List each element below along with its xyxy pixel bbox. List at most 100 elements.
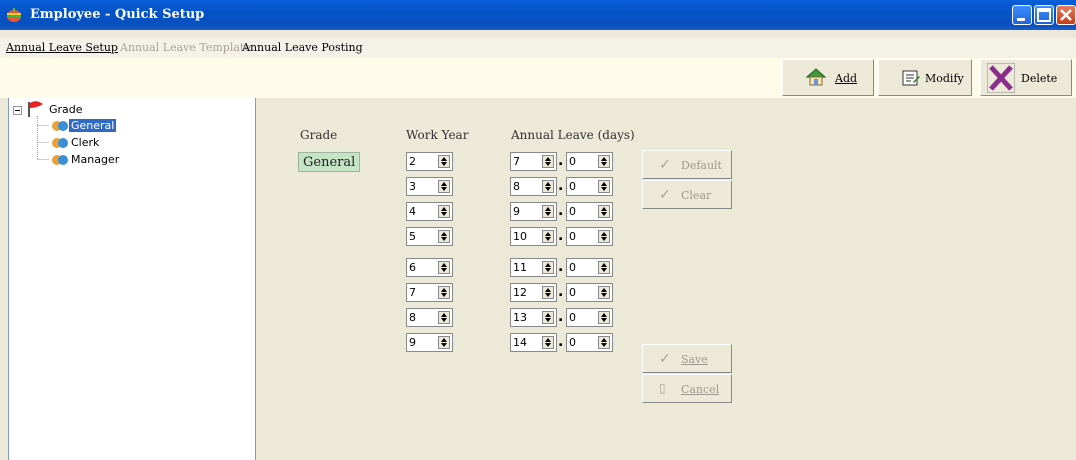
menu-annual-leave-template[interactable]: Annual Leave Template — [120, 41, 251, 54]
spin-arrows-icon[interactable] — [598, 261, 610, 274]
tree-item-general[interactable]: General — [69, 119, 117, 132]
work-year-spinner-value: 4 — [409, 205, 416, 218]
title-bar: Employee - Quick Setup — [0, 0, 1076, 30]
leave-days-spinner[interactable]: 10 — [510, 227, 557, 246]
spin-arrows-icon[interactable] — [542, 180, 554, 193]
tree-item-clerk[interactable]: Clerk — [71, 136, 99, 149]
delete-button[interactable]: Delete — [980, 59, 1072, 96]
work-year-spinner-value: 9 — [409, 336, 416, 349]
add-label: Add — [835, 72, 858, 85]
decimal-separator: . — [558, 284, 564, 300]
leave-fraction-spinner[interactable]: 0 — [566, 177, 613, 196]
leave-days-spinner-value: 7 — [513, 155, 520, 168]
leave-days-spinner[interactable]: 14 — [510, 333, 557, 352]
spin-arrows-icon[interactable] — [598, 230, 610, 243]
spin-arrows-icon[interactable] — [438, 311, 450, 324]
decimal-separator: . — [558, 153, 564, 169]
leave-fraction-spinner[interactable]: 0 — [566, 308, 613, 327]
leave-fraction-spinner-value: 0 — [569, 205, 576, 218]
grade-node-icon — [52, 121, 68, 131]
work-year-spinner[interactable]: 3 — [406, 177, 453, 196]
maximize-icon — [1037, 8, 1051, 22]
default-button[interactable]: ✓ Default — [642, 150, 732, 179]
grade-value-field: General — [298, 152, 360, 172]
menu-annual-leave-setup[interactable]: Annual Leave Setup — [6, 41, 118, 54]
spin-arrows-icon[interactable] — [542, 311, 554, 324]
leave-days-spinner[interactable]: 13 — [510, 308, 557, 327]
leave-days-spinner[interactable]: 8 — [510, 177, 557, 196]
work-year-spinner-value: 8 — [409, 311, 416, 324]
leave-days-spinner-value: 12 — [513, 286, 527, 299]
work-year-spinner[interactable]: 7 — [406, 283, 453, 302]
leave-fraction-spinner[interactable]: 0 — [566, 152, 613, 171]
decimal-separator: . — [558, 203, 564, 219]
spin-arrows-icon[interactable] — [542, 286, 554, 299]
spin-arrows-icon[interactable] — [598, 336, 610, 349]
spin-arrows-icon[interactable] — [598, 311, 610, 324]
leave-days-spinner-value: 14 — [513, 336, 527, 349]
leave-fraction-spinner[interactable]: 0 — [566, 258, 613, 277]
leave-days-spinner[interactable]: 9 — [510, 202, 557, 221]
leave-fraction-spinner-value: 0 — [569, 286, 576, 299]
work-year-spinner-value: 2 — [409, 155, 416, 168]
leave-fraction-spinner[interactable]: 0 — [566, 333, 613, 352]
spin-arrows-icon[interactable] — [438, 336, 450, 349]
minimize-button[interactable] — [1012, 5, 1032, 25]
cancel-button[interactable]: ▯ Cancel — [642, 374, 732, 403]
spin-arrows-icon[interactable] — [438, 286, 450, 299]
spin-arrows-icon[interactable] — [438, 155, 450, 168]
leave-fraction-spinner-value: 0 — [569, 336, 576, 349]
check-icon: ✓ — [659, 351, 671, 367]
spin-arrows-icon[interactable] — [542, 155, 554, 168]
work-year-spinner-value: 3 — [409, 180, 416, 193]
spin-arrows-icon[interactable] — [542, 230, 554, 243]
leave-fraction-spinner[interactable]: 0 — [566, 227, 613, 246]
leave-days-spinner[interactable]: 12 — [510, 283, 557, 302]
leave-days-spinner-value: 13 — [513, 311, 527, 324]
maximize-button[interactable] — [1034, 5, 1054, 25]
work-year-spinner[interactable]: 2 — [406, 152, 453, 171]
decimal-separator: . — [558, 309, 564, 325]
leave-fraction-spinner-value: 0 — [569, 261, 576, 274]
clear-button[interactable]: ✓ Clear — [642, 180, 732, 209]
menu-bar: Annual Leave Setup Annual Leave Template… — [0, 38, 1076, 59]
leave-days-spinner[interactable]: 7 — [510, 152, 557, 171]
save-button[interactable]: ✓ Save — [642, 344, 732, 373]
grade-header: Grade — [300, 128, 338, 142]
spin-arrows-icon[interactable] — [542, 336, 554, 349]
spin-arrows-icon[interactable] — [598, 155, 610, 168]
delete-icon — [987, 63, 1015, 93]
spin-arrows-icon[interactable] — [438, 180, 450, 193]
work-year-spinner[interactable]: 5 — [406, 227, 453, 246]
modify-button[interactable]: Modify — [878, 59, 972, 96]
modify-label: Modify — [925, 72, 964, 85]
decimal-separator: . — [558, 178, 564, 194]
leave-days-spinner-value: 11 — [513, 261, 527, 274]
spin-arrows-icon[interactable] — [598, 286, 610, 299]
spin-arrows-icon[interactable] — [542, 261, 554, 274]
spin-arrows-icon[interactable] — [542, 205, 554, 218]
clear-label: Clear — [681, 189, 712, 202]
leave-fraction-spinner[interactable]: 0 — [566, 283, 613, 302]
work-year-spinner[interactable]: 8 — [406, 308, 453, 327]
close-icon — [1060, 9, 1072, 21]
menu-annual-leave-posting[interactable]: Annual Leave Posting — [242, 41, 363, 54]
close-button[interactable] — [1056, 5, 1076, 25]
add-button[interactable]: Add — [782, 59, 874, 96]
work-year-spinner[interactable]: 9 — [406, 333, 453, 352]
tree-item-manager[interactable]: Manager — [71, 153, 119, 166]
work-year-spinner-value: 6 — [409, 261, 416, 274]
cancel-label: Cancel — [681, 383, 720, 396]
work-year-spinner[interactable]: 4 — [406, 202, 453, 221]
leave-fraction-spinner[interactable]: 0 — [566, 202, 613, 221]
work-year-spinner[interactable]: 6 — [406, 258, 453, 277]
spin-arrows-icon[interactable] — [598, 205, 610, 218]
flag-icon — [28, 101, 43, 117]
spin-arrows-icon[interactable] — [598, 180, 610, 193]
leave-days-spinner[interactable]: 11 — [510, 258, 557, 277]
spin-arrows-icon[interactable] — [438, 261, 450, 274]
spin-arrows-icon[interactable] — [438, 205, 450, 218]
spin-arrows-icon[interactable] — [438, 230, 450, 243]
decimal-separator: . — [558, 228, 564, 244]
tree-root-grade[interactable]: Grade — [49, 103, 83, 116]
